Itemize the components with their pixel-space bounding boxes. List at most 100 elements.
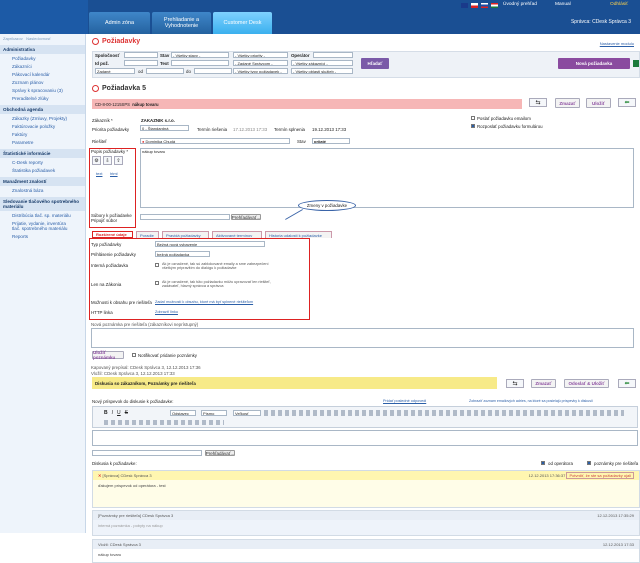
company-input[interactable] [124,52,158,58]
flag-hu-icon[interactable] [491,3,498,8]
tab-rules[interactable]: Pravidá požiadavky [162,231,209,238]
text-mode-link[interactable]: text [96,171,102,176]
customer-filter-select[interactable]: - Všetky zákazníci - [291,60,353,66]
sidebar-section[interactable]: Administrativa [0,45,85,54]
sidebar-top-link[interactable]: Zapríkazov [3,36,23,41]
date-from-input[interactable] [146,68,184,74]
excel-icon[interactable] [633,60,639,67]
delete-button[interactable]: Zmazať [555,98,580,108]
file-input[interactable] [140,214,230,220]
show-emails-link[interactable]: Zobraziť zoznam emailových adries, na kt… [469,399,639,403]
sidebar-item[interactable]: Prijatie, vydanie, inventúra tlač. spotr… [0,219,85,232]
back-arrow-icon[interactable]: ⬅ [618,98,636,107]
sidebar-item[interactable]: Reports [0,232,85,240]
description-input[interactable]: nákup tovaru [140,148,634,208]
tab-reports[interactable]: Prehliadanie a Vyhodnotenie [152,12,211,34]
operator-input[interactable] [313,52,353,58]
admin-select[interactable]: - Zadané Správcom - [233,60,288,66]
assignee-select[interactable]: ● Dominika Chudá [140,138,290,144]
size-select[interactable]: Veľkosť písma [233,410,261,416]
sidebar-item[interactable]: Pákovací kalendár [0,70,85,78]
flag-sk-icon[interactable] [481,3,488,8]
format-select[interactable]: Odstavec [170,410,196,416]
save-note-button[interactable]: Uložiť poznámku [92,350,124,360]
sidebar-section[interactable]: Obchodná agenda [0,105,85,114]
editor-icons[interactable] [264,410,624,416]
reqnum-input[interactable] [124,60,158,66]
tab-extended[interactable]: Rozšírené údaje [92,231,133,238]
show-notes-checkbox[interactable] [587,461,591,465]
attach-icon[interactable]: ⇩ [103,156,112,165]
home-link[interactable]: Úvodný prehľad [503,2,537,7]
confirm-button[interactable]: Potvrdiť, že ste sa požiadavky ujali [566,472,634,479]
tab-customer-desk[interactable]: Customer Desk [213,12,272,34]
save-button[interactable]: Uložiť [586,98,611,108]
tab-history[interactable]: Historia udalosti k požiadavke [265,231,332,238]
priority-select[interactable]: 0 - Štandardná [140,125,189,131]
browse-button[interactable]: Prehľadávať... [231,214,261,220]
flag-uk-icon[interactable] [461,3,468,8]
http-link[interactable]: Zobraziť linku [155,310,178,314]
tab-admin[interactable]: Admin zóna [89,12,150,34]
sidebar-item[interactable]: Parametre [0,138,85,146]
flag-cz-icon[interactable] [471,3,478,8]
strike-icon[interactable]: S [125,410,128,416]
tab-terms[interactable]: Aktivované termínov [212,231,262,238]
show-operator-checkbox[interactable] [541,461,545,465]
new-request-button[interactable]: Nová požiadavka [558,58,630,69]
note-input[interactable] [91,328,634,348]
types-select[interactable]: - Všetky typy požiadavek - [233,68,288,74]
fw-checkbox[interactable] [471,124,475,128]
sidebar-item[interactable]: C-Desk reporty [0,158,85,166]
sidebar-section[interactable]: Štatistické informácie [0,149,85,158]
post-file-input[interactable] [92,450,202,456]
date-to-input[interactable] [194,68,232,74]
type-select[interactable]: Bežná nová vybavenie [155,241,265,247]
swap-icon[interactable]: ⇆ [529,98,547,107]
sidebar-item[interactable]: Požiadavky [0,54,85,62]
priority-select[interactable]: - Všetky priority - [233,52,288,58]
sidebar-item[interactable]: Správy k spracovaniu (3) [0,86,85,94]
request-type-select[interactable]: bežná požiadavka [155,251,210,257]
italic-icon[interactable]: I [112,410,113,416]
sidebar-item[interactable]: Preraditelné zlúky [0,94,85,102]
underline-icon[interactable]: U [117,410,121,416]
logout-link[interactable]: Odhlásiť [610,2,628,7]
category-select[interactable]: - Všetky oblasti služieb - [291,68,353,74]
internal-checkbox[interactable] [155,263,159,267]
settings-icon[interactable]: ⚙ [92,156,101,165]
tab-order[interactable]: Poradie [136,231,159,238]
sidebar-item[interactable]: Distribúcia tlač. sp. materiálu [0,211,85,219]
back-arrow-icon[interactable]: ⬅ [618,379,636,388]
search-button[interactable]: Hľadať [361,58,389,69]
manual-link[interactable]: Manual [555,2,571,7]
editor-icons-row2[interactable] [104,420,224,425]
html-mode-link[interactable]: html [110,171,118,176]
email-checkbox[interactable] [471,116,475,120]
state-select[interactable]: prijaté [312,138,350,144]
sidebar-item[interactable]: Znalostná báza [0,186,85,194]
post-browse-button[interactable]: Prehľadávať... [205,450,235,456]
status-select[interactable]: - Všetky stavy - [171,52,229,58]
text-input[interactable] [171,60,229,66]
font-select[interactable]: Písmo [201,410,227,416]
post-editor[interactable] [92,430,638,446]
swap-icon[interactable]: ⇆ [506,379,524,388]
sidebar-item[interactable]: Zoznam plánov [0,78,85,86]
settings-link[interactable]: Nastavenie modulu [600,41,634,46]
send-save-button[interactable]: Odoslať & Uložiť [564,379,609,388]
dialog-delete-button[interactable]: Zmazať [531,379,556,388]
sidebar-top-link[interactable]: Nasledovnosť [26,36,51,41]
reply-link[interactable]: Pridať posledné odpovedi [383,399,426,403]
sidebar-item[interactable]: Zákazky (Zmluvy, Projekty) [0,114,85,122]
only-name-checkbox[interactable] [155,281,159,285]
notify-checkbox[interactable] [132,353,136,357]
sidebar-item[interactable]: Faktúry [0,130,85,138]
sidebar-item[interactable]: Štatistika požiadavek [0,166,85,174]
possible-link[interactable]: Zadať možnosti k obsahu, ktoré má byť sp… [155,300,253,304]
sidebar-item[interactable]: Faktúrovacie položky [0,122,85,130]
sidebar-section[interactable]: Manažment znalostí [0,177,85,186]
date-type-select[interactable]: Zadané [95,68,135,74]
sidebar-section[interactable]: Sledovanie tlačového spotrebného materiá… [0,197,85,211]
sidebar-item[interactable]: Zákazníci [0,62,85,70]
